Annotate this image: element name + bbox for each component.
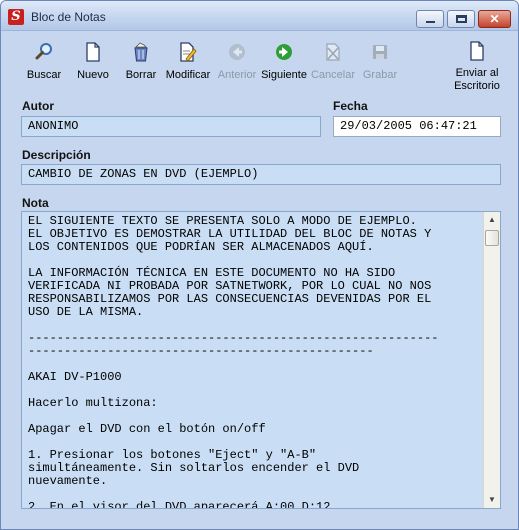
nota-label: Nota [22,196,49,210]
bloc-de-notas-window: S Bloc de Notas ✕ Buscar Nuevo Borrar Mo… [0,0,519,530]
title-bar[interactable]: S Bloc de Notas ✕ [1,1,518,31]
nota-scrollbar[interactable]: ▲ ▼ [483,212,500,508]
cancelar-button[interactable]: Cancelar [310,37,356,93]
cancel-icon [322,41,344,63]
modificar-button[interactable]: Modificar [163,37,213,93]
grabar-button[interactable]: Grabar [360,37,400,93]
enviar-label-line2: Escritorio [454,80,500,92]
fecha-field[interactable]: 29/03/2005 06:47:21 [333,116,501,137]
buscar-label: Buscar [26,69,62,81]
magnifier-icon [33,41,55,63]
cancelar-label: Cancelar [310,69,356,81]
save-disk-icon [369,41,391,63]
autor-field[interactable]: ANONIMO [21,116,321,137]
note-line: Apagar el DVD con el botón on/off [28,422,266,436]
enviar-al-escritorio-button[interactable]: Enviar al Escritorio [449,37,505,93]
grabar-label: Grabar [362,69,398,81]
window-title: Bloc de Notas [31,10,106,24]
forward-arrow-icon [273,41,295,63]
edit-document-icon [177,41,199,63]
close-button[interactable]: ✕ [478,10,511,28]
fecha-label: Fecha [333,99,368,113]
maximize-icon [456,15,467,23]
note-line: ----------------------------------------… [28,344,374,358]
trash-icon [130,41,152,63]
new-document-icon [82,41,104,63]
descripcion-field[interactable]: CAMBIO DE ZONAS EN DVD (EJEMPLO) [21,164,501,185]
maximize-button[interactable] [447,10,475,28]
note-line: AKAI DV-P1000 [28,370,122,384]
scroll-down-arrow-icon[interactable]: ▼ [484,492,500,508]
scroll-thumb[interactable] [485,230,499,246]
nota-textarea[interactable]: EL SIGUIENTE TEXTO SE PRESENTA SOLO A MO… [21,211,501,509]
note-line: LOS CONTENIDOS QUE PODRÍAN SER ALMACENAD… [28,240,374,254]
minimize-icon [426,21,435,23]
nuevo-button[interactable]: Nuevo [73,37,113,93]
siguiente-label: Siguiente [261,69,307,81]
siguiente-button[interactable]: Siguiente [261,37,307,93]
nota-text: EL SIGUIENTE TEXTO SE PRESENTA SOLO A MO… [28,215,483,509]
buscar-button[interactable]: Buscar [22,37,66,93]
note-line: 2. En el visor del DVD aparecerá A:00 D:… [28,500,331,509]
toolbar: Buscar Nuevo Borrar Modificar Anterior S… [1,37,518,95]
anterior-button[interactable]: Anterior [215,37,259,93]
back-arrow-icon [226,41,248,63]
note-line: USO DE LA MISMA. [28,305,144,319]
scroll-up-arrow-icon[interactable]: ▲ [484,212,500,228]
minimize-button[interactable] [416,10,444,28]
borrar-label: Borrar [125,69,157,81]
document-icon [466,41,488,61]
autor-label: Autor [22,99,54,113]
enviar-label-line1: Enviar al [455,67,499,79]
descripcion-label: Descripción [22,148,91,162]
borrar-button[interactable]: Borrar [121,37,161,93]
note-line: Hacerlo multizona: [28,396,158,410]
nuevo-label: Nuevo [77,69,109,81]
app-icon[interactable]: S [8,9,24,25]
note-line: nuevamente. [28,474,108,488]
modificar-label: Modificar [165,69,211,81]
close-icon: ✕ [489,12,500,26]
anterior-label: Anterior [217,69,257,81]
